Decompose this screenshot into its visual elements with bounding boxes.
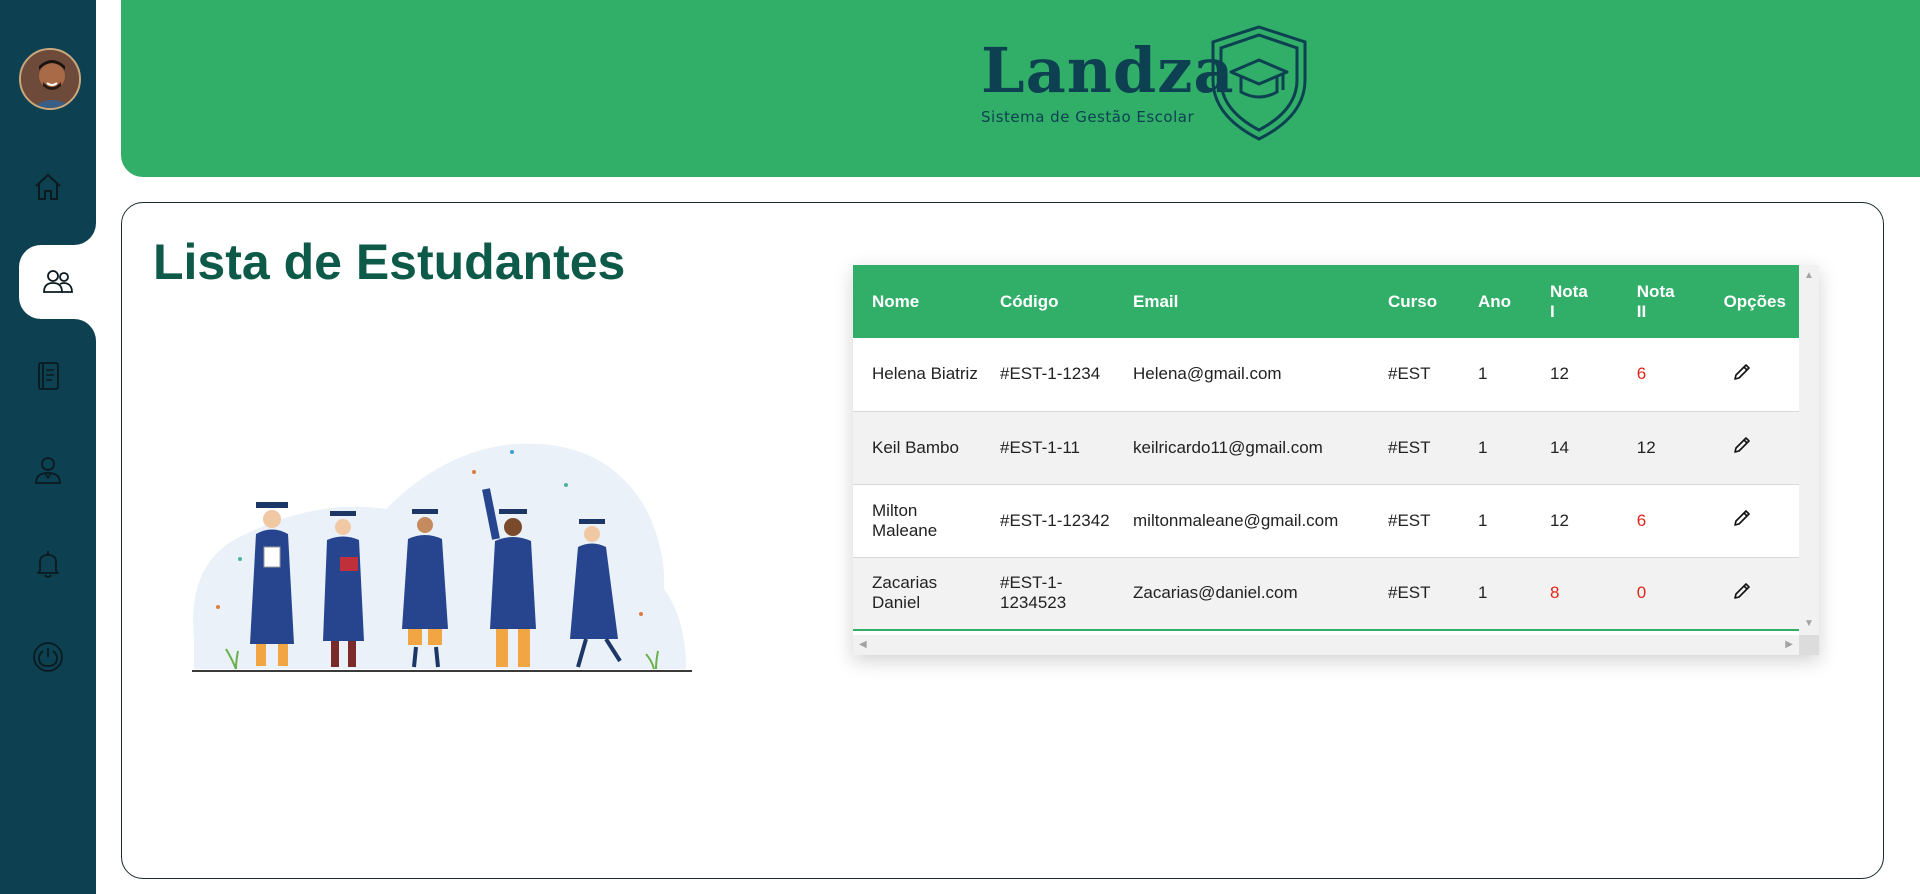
cell-ano: 1 [1478,364,1488,384]
col-header-curso[interactable]: Curso [1369,265,1459,338]
cell-nota2: 0 [1636,583,1647,603]
edit-button[interactable] [1732,435,1752,460]
cell-codigo: #EST-1-11 [1000,437,1081,457]
cell-nota1: 12 [1550,510,1569,530]
home-icon [35,174,61,200]
cell-nome: Helena Biatriz [872,364,978,384]
col-header-nota2[interactable]: Nota II [1618,265,1705,338]
power-icon [33,642,63,672]
students-table-container[interactable]: Nome Código Email Curso Ano Nota I Nota … [853,265,1819,655]
pencil-icon [1733,510,1750,526]
horizontal-scrollbar[interactable]: ◀ ▶ [853,635,1799,655]
pencil-icon [1733,363,1750,380]
edit-button[interactable] [1732,581,1752,606]
graduates-illustration [192,443,692,672]
cell-nota1: 8 [1550,583,1560,603]
cell-nome: Zacarias Daniel [872,573,938,613]
pencil-icon [1733,582,1750,599]
edit-button[interactable] [1732,508,1752,533]
cell-nome: Milton Maleane [872,500,938,540]
col-header-nome[interactable]: Nome [853,265,981,338]
cell-email: Zacarias@daniel.com [1133,583,1298,603]
cell-email: Helena@gmail.com [1133,364,1282,384]
brand-subtitle: Sistema de Gestão Escolar [981,108,1195,126]
col-header-ano[interactable]: Ano [1459,265,1531,338]
table-row: Zacarias Daniel #EST-1-1234523 Zacarias@… [853,557,1799,630]
main-card: Lista de Estudantes Nome Código Email Cu… [121,202,1884,879]
table-row: Milton Maleane #EST-1-12342 miltonmalean… [853,484,1799,557]
table-row: Helena Biatriz #EST-1-1234 Helena@gmail.… [853,338,1799,411]
nav-notebook[interactable] [0,339,96,413]
cell-nota2: 6 [1636,510,1647,530]
scrollbar-corner [1799,635,1819,655]
bell-icon [37,551,59,578]
cell-opcoes [1705,484,1799,557]
col-header-opcoes: Opções [1723,291,1786,311]
cell-codigo: #EST-1-1234 [1000,364,1101,384]
nav-notifications[interactable] [0,527,96,601]
col-header-email[interactable]: Email [1114,265,1369,338]
students-table: Nome Código Email Curso Ano Nota I Nota … [853,265,1799,631]
cell-ano: 1 [1478,583,1488,603]
graduation-shield-icon [1211,25,1307,141]
cell-email: keilricardo11@gmail.com [1133,437,1323,457]
students-icon [42,270,73,293]
cell-nota2: 12 [1636,437,1656,457]
nav-teachers[interactable] [0,433,96,507]
cell-ano: 1 [1478,437,1488,457]
vertical-scrollbar[interactable]: ▲ ▼ [1799,265,1819,635]
cell-email: miltonmaleane@gmail.com [1133,510,1339,530]
col-header-nota1[interactable]: Nota I [1531,265,1618,338]
table-header-row: Nome Código Email Curso Ano Nota I Nota … [853,265,1799,338]
cell-curso: #EST [1388,510,1431,530]
cell-curso: #EST [1388,437,1431,457]
cell-codigo: #EST-1-12342 [1000,510,1110,530]
cell-nota1: 14 [1550,437,1569,457]
table-row: Keil Bambo #EST-1-11 keilricardo11@gmail… [853,411,1799,484]
cell-codigo: #EST-1-1234523 [1000,573,1067,613]
edit-button[interactable] [1732,362,1752,387]
teacher-icon [35,457,61,484]
brand-logo[interactable]: Landza Sistema de Gestão Escolar [981,24,1311,144]
cell-nota2: 6 [1636,364,1647,384]
cell-curso: #EST [1388,583,1431,603]
cell-ano: 1 [1478,510,1488,530]
cell-nome: Keil Bambo [872,437,959,457]
cell-nota1: 12 [1550,364,1569,384]
page-title: Lista de Estudantes [153,234,626,290]
sidebar [0,0,96,894]
cell-curso: #EST [1388,364,1431,384]
col-header-codigo[interactable]: Código [981,265,1114,338]
nav-logout[interactable] [0,620,96,694]
nav-students[interactable] [19,245,96,319]
pencil-icon [1733,437,1750,453]
notebook-icon [38,362,59,390]
cell-opcoes [1705,338,1799,411]
cell-opcoes [1705,411,1799,484]
header: Landza Sistema de Gestão Escolar [121,0,1920,177]
cell-opcoes [1705,557,1799,630]
nav-home[interactable] [0,150,96,224]
brand-name: Landza [981,34,1235,107]
avatar[interactable] [19,48,81,110]
